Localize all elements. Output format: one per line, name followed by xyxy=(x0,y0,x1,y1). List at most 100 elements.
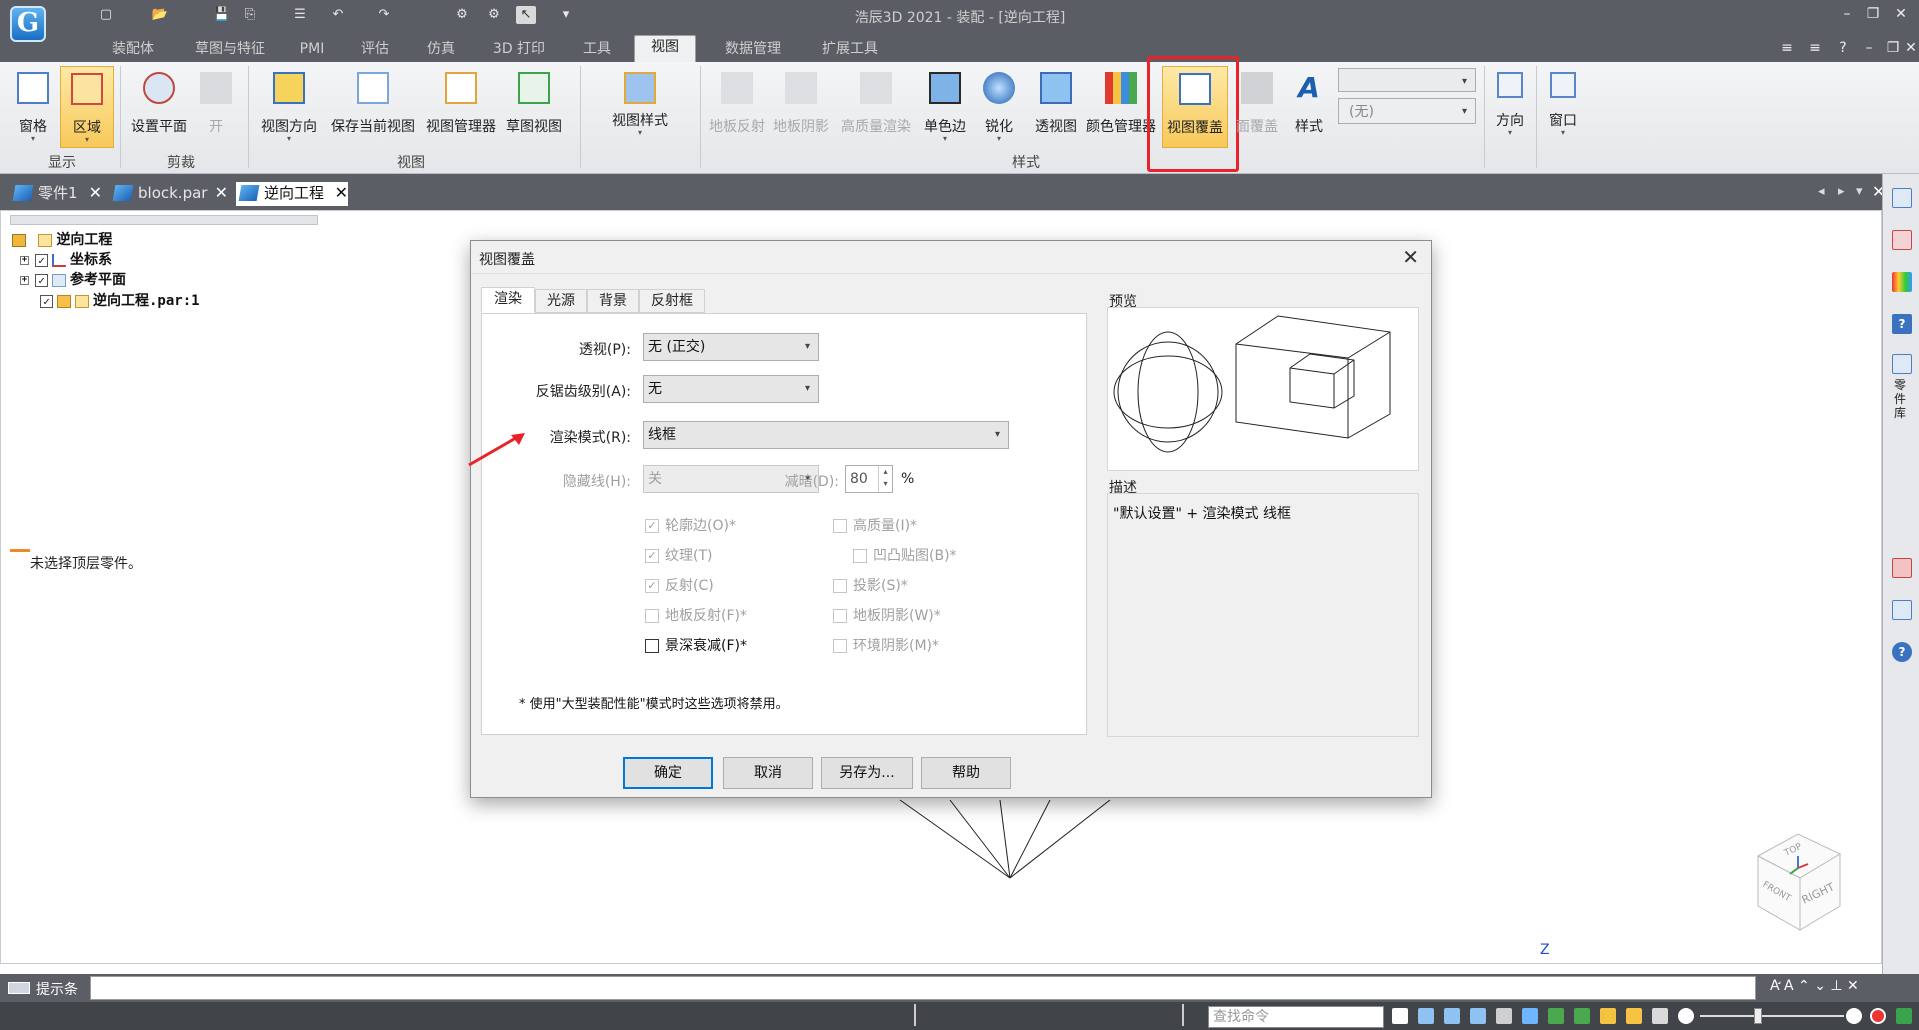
doc-tab-reverse-engineering[interactable]: 逆向工程 ✕ xyxy=(236,182,348,206)
zoom-in-icon[interactable] xyxy=(1846,1008,1862,1024)
doc-close-icon[interactable]: ✕ xyxy=(1900,38,1919,58)
style-combo-top[interactable]: ▾ xyxy=(1338,68,1476,92)
tab-assembly[interactable]: 装配体 xyxy=(98,38,168,62)
doc-tab-part1[interactable]: 零件1 ✕ xyxy=(10,182,102,206)
tab-background[interactable]: 背景 xyxy=(587,289,639,313)
tab-pmi[interactable]: PMI xyxy=(292,38,332,62)
close-tab-icon[interactable]: ✕ xyxy=(215,182,228,204)
part-library-label[interactable]: 零件库 xyxy=(1894,378,1910,420)
tab-evaluate[interactable]: 评估 xyxy=(350,38,400,62)
checkbox-ambient-shadow[interactable]: 环境阴影(M)* xyxy=(833,635,939,657)
ribbon-options-icon[interactable]: ≡ xyxy=(1776,38,1798,58)
dialog-close-icon[interactable]: ✕ xyxy=(1402,245,1419,269)
save-icon[interactable]: 💾 xyxy=(212,6,232,24)
app-logo-icon[interactable]: G xyxy=(10,6,46,42)
select-pointer-icon[interactable]: ↖ xyxy=(516,6,536,24)
checkbox-box[interactable] xyxy=(833,609,847,623)
sketch-view-button[interactable]: 草图视图 xyxy=(502,66,566,148)
tree-item-root[interactable]: 逆向工程 xyxy=(12,229,112,249)
wireframe-model[interactable] xyxy=(880,790,1200,890)
checkbox-reflection[interactable]: ✓ 反射(C) xyxy=(645,575,714,597)
close-tab-icon[interactable]: ✕ xyxy=(335,182,348,204)
region-button[interactable]: 区域 ▾ xyxy=(60,66,114,148)
window-button[interactable]: 窗口 ▾ xyxy=(1540,66,1586,148)
grid-icon[interactable] xyxy=(1892,600,1912,620)
zoom-out-icon[interactable] xyxy=(1678,1008,1694,1024)
pan-icon[interactable] xyxy=(1496,1008,1512,1024)
visibility-checkbox[interactable]: ✓ xyxy=(40,294,53,308)
checkbox-box[interactable]: ✓ xyxy=(645,579,659,593)
zoom-slider-track[interactable] xyxy=(1700,1015,1844,1017)
prompt-toolbar-icons[interactable]: A̛ A ⌃ ⌄ ⊥ ✕ xyxy=(1770,978,1859,994)
zoom-area-icon[interactable] xyxy=(1418,1008,1434,1024)
checkbox-box[interactable] xyxy=(833,519,847,533)
checkbox-outline-edges[interactable]: ✓ 轮廓边(O)* xyxy=(645,515,736,537)
visibility-checkbox[interactable]: ✓ xyxy=(35,253,48,267)
face-override-button[interactable]: 面覆盖 xyxy=(1232,66,1282,148)
checkbox-projection[interactable]: 投影(S)* xyxy=(833,575,908,597)
checkbox-floor-reflection[interactable]: 地板反射(F)* xyxy=(645,605,747,627)
layer-icon[interactable] xyxy=(1892,558,1912,578)
assembly-tool-icon[interactable]: ⚙ xyxy=(452,6,472,24)
view-style-button[interactable]: 视图样式 ▾ xyxy=(600,66,680,148)
checkbox-box[interactable]: ✓ xyxy=(645,519,659,533)
style-combo[interactable]: (无) ▾ xyxy=(1338,98,1476,124)
ok-button[interactable]: 确定 xyxy=(623,757,713,789)
color-icon[interactable] xyxy=(1892,272,1912,292)
tab-list-icon[interactable]: ▾ xyxy=(1856,184,1863,199)
shaded-icon[interactable] xyxy=(1574,1008,1590,1024)
tab-light[interactable]: 光源 xyxy=(535,289,587,313)
hq-render-button[interactable]: 高质量渲染 xyxy=(836,66,916,148)
open-crop-button[interactable]: 开 xyxy=(196,66,236,148)
prompt-input[interactable] xyxy=(90,976,1756,1000)
checkbox-bump-map[interactable]: 凹凸贴图(B)* xyxy=(853,545,957,567)
tree-item-reference-planes[interactable]: + ✓ 参考平面 xyxy=(20,269,126,289)
mono-edge-button[interactable]: 单色边 ▾ xyxy=(920,66,970,148)
checkbox-box[interactable] xyxy=(853,549,867,563)
checkbox-floor-shadow[interactable]: 地板阴影(W)* xyxy=(833,605,941,627)
tab-simulation[interactable]: 仿真 xyxy=(416,38,466,62)
close-window-icon[interactable]: ✕ xyxy=(1890,4,1912,24)
style-button[interactable]: A 样式 xyxy=(1286,66,1332,148)
color-manager-button[interactable]: 颜色管理器 xyxy=(1086,66,1156,148)
arrow-command-icon[interactable] xyxy=(1392,1008,1408,1024)
perspective-button[interactable]: 透视图 xyxy=(1028,66,1084,148)
tab-3d-print[interactable]: 3D 打印 xyxy=(484,38,554,62)
tab-scroll-left-icon[interactable]: ◂ xyxy=(1818,184,1825,199)
tab-render[interactable]: 渲染 xyxy=(481,287,535,313)
antialias-select[interactable]: 无 ▾ xyxy=(643,375,819,403)
tab-data-management[interactable]: 数据管理 xyxy=(710,38,796,62)
floor-reflection-button[interactable]: 地板反射 xyxy=(706,66,768,148)
floor-shadow-button[interactable]: 地板阴影 xyxy=(770,66,832,148)
part-tool-icon[interactable]: ⚙ xyxy=(484,6,504,24)
checkbox-box[interactable] xyxy=(833,579,847,593)
doc-minimize-icon[interactable]: – xyxy=(1858,38,1880,58)
pathfinder-header[interactable] xyxy=(10,215,318,225)
doc-tab-block[interactable]: block.par ✕ xyxy=(110,182,228,206)
tab-extension-tools[interactable]: 扩展工具 xyxy=(806,38,894,62)
section-icon[interactable] xyxy=(1626,1008,1642,1024)
zoom-icon[interactable] xyxy=(1444,1008,1460,1024)
view-cube[interactable]: TOP FRONT RIGHT xyxy=(1748,826,1848,936)
rotate-icon[interactable] xyxy=(1522,1008,1538,1024)
dim-input[interactable]: 80 ▴ ▾ xyxy=(845,465,893,493)
save-as-icon[interactable]: ⎘ xyxy=(240,6,260,24)
part-library-icon[interactable] xyxy=(1892,354,1912,374)
tab-view[interactable]: 视图 xyxy=(634,35,696,63)
checkbox-texture[interactable]: ✓ 纹理(T) xyxy=(645,545,712,567)
expand-icon[interactable]: + xyxy=(20,275,29,285)
checkbox-box[interactable] xyxy=(645,639,659,653)
undo-icon[interactable]: ↶ xyxy=(328,6,348,24)
expand-icon[interactable]: + xyxy=(20,255,29,265)
dim-spinner-icon[interactable]: ▴ ▾ xyxy=(878,466,892,492)
record-icon[interactable] xyxy=(1870,1008,1886,1024)
render-mode-select[interactable]: 线框 ▾ xyxy=(643,421,1009,449)
save-current-view-button[interactable]: 保存当前视图 xyxy=(326,66,420,148)
close-tab-icon[interactable]: ✕ xyxy=(89,182,102,204)
new-file-icon[interactable]: ▢ xyxy=(96,6,116,24)
tab-reflection-box[interactable]: 反射框 xyxy=(639,289,705,313)
direction-button[interactable]: 方向 ▾ xyxy=(1490,66,1530,148)
checkbox-depth-fade[interactable]: 景深衰减(F)* xyxy=(645,635,747,657)
checkbox-box[interactable] xyxy=(833,639,847,653)
cancel-button[interactable]: 取消 xyxy=(723,757,813,789)
